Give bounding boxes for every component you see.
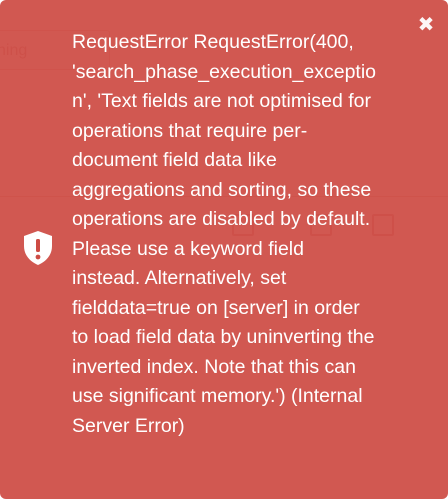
shield-alert-icon xyxy=(24,231,52,265)
error-message: RequestError RequestError(400, 'search_p… xyxy=(72,31,377,437)
app-viewport: hing ✖ RequestError RequestError(400, 's… xyxy=(0,0,448,499)
error-toast: ✖ RequestError RequestError(400, 'search… xyxy=(0,0,448,499)
